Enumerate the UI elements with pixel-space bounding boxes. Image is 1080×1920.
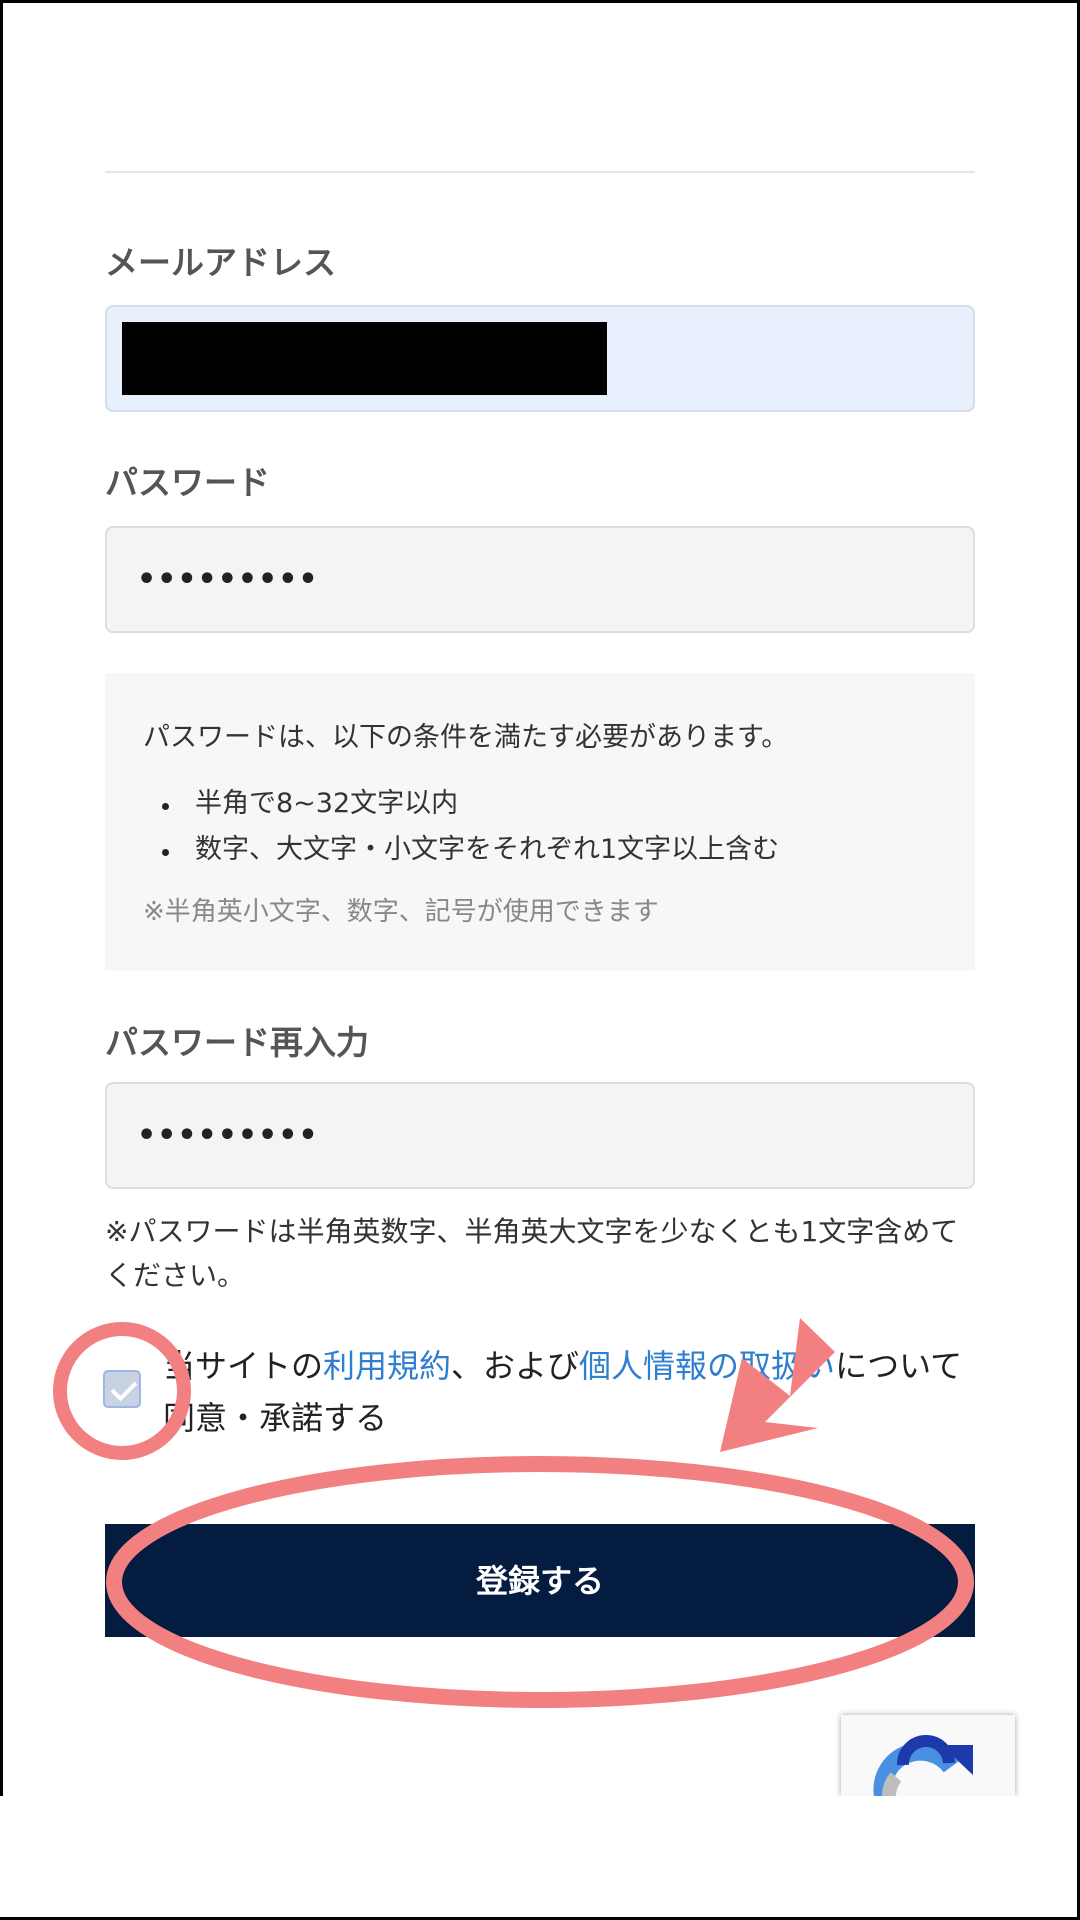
password-rules-note: ※半角英小文字、数字、記号が使用できます: [143, 897, 659, 927]
confirm-password-label: パスワード再入力: [105, 1023, 369, 1062]
consent-checkbox[interactable]: [103, 1370, 141, 1408]
consent-prefix: 当サイトの: [163, 1347, 324, 1385]
password-field[interactable]: •••••••••: [105, 526, 975, 633]
confirm-password-masked-value: •••••••••: [137, 1118, 319, 1153]
privacy-policy-link[interactable]: 個人情報の取扱い: [579, 1347, 835, 1385]
register-button[interactable]: 登録する: [105, 1524, 975, 1637]
section-divider: [105, 171, 975, 173]
recaptcha-icon: [873, 1735, 973, 1796]
check-icon: [110, 1374, 138, 1402]
redacted-email-value: [122, 322, 607, 395]
recaptcha-badge[interactable]: [841, 1715, 1015, 1796]
consent-middle: 、および: [451, 1347, 580, 1385]
email-label: メールアドレス: [105, 243, 336, 282]
password-rules-box: パスワードは、以下の条件を満たす必要があります。 半角で8~32文字以内 数字、…: [105, 673, 975, 971]
bullet-icon: [162, 849, 169, 856]
bullet-icon: [162, 803, 169, 810]
bottom-clip-area: [0, 1796, 1074, 1917]
password-notice: ※パスワードは半角英数字、半角英大文字を少なくとも1文字含めてください。: [105, 1215, 959, 1292]
email-field[interactable]: [105, 305, 975, 412]
password-masked-value: •••••••••: [137, 562, 319, 597]
terms-link[interactable]: 利用規約: [323, 1347, 451, 1385]
password-rule-text: 数字、大文字・小文字をそれぞれ1文字以上含む: [195, 834, 780, 865]
password-rule-text: 半角で8~32文字以内: [195, 788, 459, 819]
confirm-password-field[interactable]: •••••••••: [105, 1082, 975, 1189]
consent-text: 当サイトの利用規約、および個人情報の取扱いについて同意・承諾する: [163, 1340, 963, 1444]
password-rules-intro: パスワードは、以下の条件を満たす必要があります。: [143, 722, 789, 753]
password-label: パスワード: [105, 463, 270, 502]
